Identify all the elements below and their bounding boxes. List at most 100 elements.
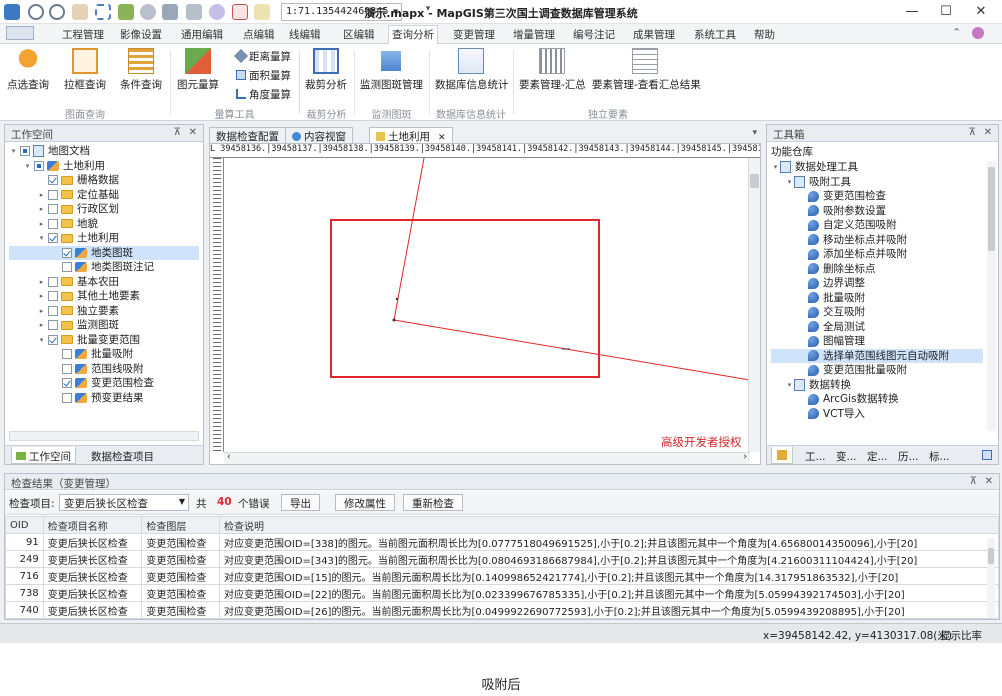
toolbox-node[interactable]: 变更范围批量吸附 <box>771 363 983 378</box>
column-header[interactable]: 检查项目名称 <box>42 516 143 534</box>
workspace-node[interactable]: ▾ 土地利用 <box>9 159 199 174</box>
menu-item-6[interactable]: 查询分析 <box>392 27 434 42</box>
area-calc-button[interactable]: 图元量算 <box>176 48 220 92</box>
workspace-node[interactable]: 预变更结果 <box>9 391 199 406</box>
scroll-right-icon[interactable]: › <box>743 452 747 462</box>
toolbox-tab-0[interactable]: 工... <box>805 449 826 464</box>
collapse-icon[interactable]: ▾ <box>771 160 780 175</box>
menu-item-10[interactable]: 成果管理 <box>633 27 675 42</box>
menu-item-12[interactable]: 帮助 <box>754 27 775 42</box>
collapse-icon[interactable]: ▾ <box>9 144 18 159</box>
expand-icon[interactable]: ▸ <box>37 318 46 333</box>
angle-calc-button[interactable]: 角度量算 <box>236 87 291 102</box>
workspace-node[interactable]: ▸ 基本农田 <box>9 275 199 290</box>
export-button[interactable]: 导出 <box>281 494 320 511</box>
close-button[interactable]: ✕ <box>966 2 996 22</box>
workspace-node[interactable]: 变更范围检查 <box>9 376 199 391</box>
toolbox-node[interactable]: 变更范围检查 <box>771 189 983 204</box>
table-row[interactable]: 740 变更后狭长区检查 变更范围检查 对应变更范围OID=[26]的图元。当前图元面… <box>5 601 999 619</box>
menu-item-5[interactable]: 区编辑 <box>343 27 375 42</box>
edit-attribute-button[interactable]: 修改属性 <box>335 494 395 511</box>
layer-checkbox[interactable] <box>48 276 58 287</box>
table-row[interactable]: 716 变更后狭长区检查 变更范围检查 对应变更范围OID=[15]的图元。当前图元面… <box>5 567 999 585</box>
menu-item-2[interactable]: 通用编辑 <box>181 27 223 42</box>
table-row[interactable]: 738 变更后狭长区检查 变更范围检查 对应变更范围OID=[22]的图元。当前图元面… <box>5 584 999 602</box>
collapse-icon[interactable]: ▾ <box>785 175 794 190</box>
feature-summary-button[interactable]: 要素管理-汇总 <box>519 48 586 92</box>
feature-line-upper[interactable] <box>393 158 425 321</box>
tab-data-check-config[interactable]: 数据检查配置 <box>209 127 286 143</box>
menu-item-7[interactable]: 变更管理 <box>453 27 495 42</box>
tab-land-use[interactable]: 土地利用 ✕ <box>369 127 453 143</box>
workspace-node[interactable]: ▾ 土地利用 <box>9 231 199 246</box>
workspace-node[interactable]: ▸ 定位基础 <box>9 188 199 203</box>
scroll-left-icon[interactable]: ‹ <box>227 452 231 462</box>
toolbox-node[interactable]: 批量吸附 <box>771 291 983 306</box>
expand-icon[interactable]: ▸ <box>37 188 46 203</box>
display-ratio[interactable]: 显示比率 <box>940 628 982 643</box>
clip-analysis-button[interactable]: 裁剪分析 <box>305 48 347 92</box>
toolbox-node[interactable]: 自定义范围吸附 <box>771 218 983 233</box>
map-canvas[interactable] <box>224 158 750 452</box>
expand-icon[interactable]: ▸ <box>37 289 46 304</box>
layer-checkbox[interactable] <box>62 349 72 360</box>
toolbox-node[interactable]: 全局测试 <box>771 320 983 335</box>
collapse-icon[interactable]: ▾ <box>37 333 46 348</box>
layer-checkbox[interactable] <box>62 247 72 258</box>
toolbox-node[interactable]: 边界调整 <box>771 276 983 291</box>
menu-item-4[interactable]: 线编辑 <box>289 27 321 42</box>
layer-checkbox[interactable] <box>48 320 58 331</box>
collapse-icon[interactable]: ▾ <box>23 159 32 174</box>
layer-checkbox[interactable] <box>48 334 58 345</box>
table-row[interactable]: 91 变更后狭长区检查 变更范围检查 对应变更范围OID=[338]的图元。当前图元面… <box>5 533 999 551</box>
workspace-node[interactable]: 范围线吸附 <box>9 362 199 377</box>
toolbox-vscroll[interactable] <box>987 161 996 431</box>
layer-checkbox[interactable] <box>48 189 58 200</box>
map-hscroll[interactable]: ‹ › <box>224 452 750 464</box>
workspace-node[interactable]: ▾ 批量变更范围 <box>9 333 199 348</box>
box-query-button[interactable]: 拉框查询 <box>64 48 106 92</box>
layer-checkbox[interactable] <box>48 305 58 316</box>
toolbox-tab-2[interactable]: 定... <box>867 449 888 464</box>
layer-checkbox[interactable] <box>48 175 58 186</box>
tab-toolbox-main[interactable] <box>771 447 793 464</box>
distance-calc-button[interactable]: 距离量算 <box>233 48 291 64</box>
tabs-dropdown-icon[interactable]: ▾ <box>752 128 757 138</box>
menu-item-1[interactable]: 影像设置 <box>120 27 162 42</box>
workspace-hscroll[interactable] <box>9 431 199 441</box>
feature-view-summary-button[interactable]: 要素管理-查看汇总结果 <box>592 48 701 92</box>
toolbox-node[interactable]: ▾ 数据转换 <box>771 378 983 393</box>
maximize-button[interactable]: ☐ <box>931 2 961 22</box>
table-row[interactable]: 249 变更后狭长区检查 变更范围检查 对应变更范围OID=[343]的图元。当前图元… <box>5 550 999 568</box>
vertex-point[interactable] <box>395 297 399 301</box>
map-vscroll[interactable] <box>748 158 760 452</box>
workspace-node[interactable]: ▸ 监测图斑 <box>9 318 199 333</box>
workspace-node[interactable]: 批量吸附 <box>9 347 199 362</box>
toolbox-tab-3[interactable]: 历... <box>898 449 919 464</box>
tab-content-view[interactable]: 内容视窗 <box>285 127 353 143</box>
layer-checkbox[interactable] <box>62 262 72 273</box>
toolbox-node[interactable]: 吸附参数设置 <box>771 204 983 219</box>
menu-item-0[interactable]: 工程管理 <box>62 27 104 42</box>
menu-item-11[interactable]: 系统工具 <box>694 27 736 42</box>
workspace-node[interactable]: 栅格数据 <box>9 173 199 188</box>
close-tab-icon[interactable]: ✕ <box>438 133 446 143</box>
tab-workspace[interactable]: 工作空间 <box>11 447 76 464</box>
close-panel-icon[interactable]: ✕ <box>189 127 197 138</box>
expand-icon[interactable]: ▸ <box>37 304 46 319</box>
close-panel-icon[interactable]: ✕ <box>984 127 992 138</box>
close-panel-icon[interactable]: ✕ <box>985 476 993 487</box>
workspace-node[interactable]: ▸ 地貌 <box>9 217 199 232</box>
workspace-node[interactable]: ▾ 地图文档 <box>9 144 199 159</box>
toolbox-options-icon[interactable] <box>982 450 992 460</box>
workspace-node[interactable]: ▸ 行政区划 <box>9 202 199 217</box>
expand-icon[interactable]: ▸ <box>37 202 46 217</box>
layer-checkbox[interactable] <box>48 204 58 215</box>
vertex-point[interactable] <box>392 318 396 322</box>
menu-item-3[interactable]: 点编辑 <box>243 27 275 42</box>
pin-icon[interactable]: ⊼ <box>970 476 977 487</box>
toolbox-tab-1[interactable]: 变... <box>836 449 857 464</box>
column-header[interactable]: 检查图层 <box>141 516 221 534</box>
layer-checkbox[interactable] <box>48 233 58 244</box>
layer-checkbox[interactable] <box>62 378 72 389</box>
